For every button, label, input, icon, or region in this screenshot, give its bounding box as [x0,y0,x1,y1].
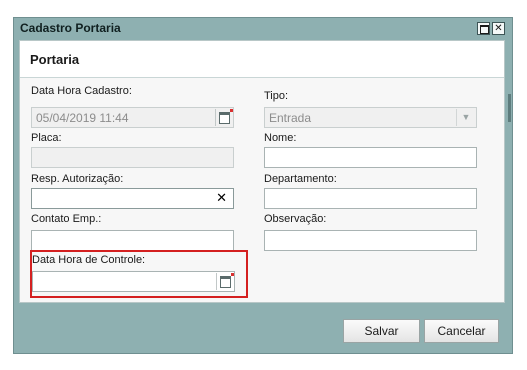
placa-label: Placa: [31,132,62,144]
observacao-label: Observação: [264,213,327,225]
departamento-input[interactable] [264,188,477,209]
data-hora-cadastro-value: 05/04/2019 11:44 [36,111,129,125]
departamento-label: Departamento: [264,173,337,185]
cadastro-portaria-window: Cadastro Portaria ✕ Portaria Data Hora C… [13,17,513,354]
portaria-panel: Portaria Data Hora Cadastro: 05/04/2019 … [19,40,505,303]
contato-emp-input[interactable] [31,230,234,251]
clear-icon[interactable]: ✕ [216,190,227,206]
calendar-icon [215,109,233,126]
panel-title: Portaria [30,52,80,67]
tipo-label: Tipo: [264,90,289,102]
resp-autorizacao-input[interactable]: ✕ [31,188,234,209]
nome-label: Nome: [264,132,297,144]
placa-field [31,147,234,168]
resp-autorizacao-label: Resp. Autorização: [31,173,124,185]
cancelar-button[interactable]: Cancelar [424,319,499,343]
contato-emp-label: Contato Emp.: [31,213,102,225]
window-titlebar[interactable]: Cadastro Portaria ✕ [14,18,512,40]
chevron-down-icon: ▼ [456,109,475,126]
calendar-icon[interactable] [216,273,234,290]
window-title: Cadastro Portaria [20,21,121,35]
data-hora-controle-label: Data Hora de Controle: [32,254,146,266]
tipo-value: Entrada [269,111,312,125]
close-icon[interactable]: ✕ [492,22,505,35]
nome-input[interactable] [264,147,477,168]
observacao-input[interactable] [264,230,477,251]
data-hora-cadastro-label: Data Hora Cadastro: [31,85,132,97]
data-hora-cadastro-field: 05/04/2019 11:44 [31,107,234,128]
panel-header: Portaria [20,41,504,78]
tipo-select: Entrada ▼ [264,107,477,128]
scrollbar[interactable] [508,94,511,122]
salvar-button[interactable]: Salvar [343,319,420,343]
maximize-icon[interactable] [477,22,490,35]
data-hora-controle-input[interactable] [32,271,235,292]
